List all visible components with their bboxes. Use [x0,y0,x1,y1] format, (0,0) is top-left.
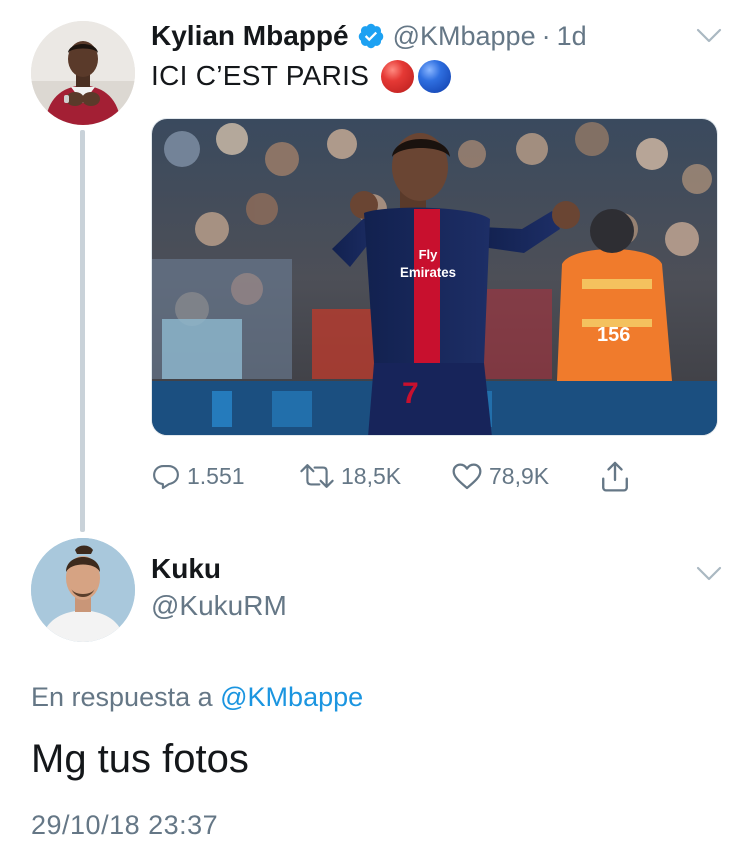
like-count: 78,9K [489,462,550,489]
avatar-mbappe-image [31,21,135,125]
steward-vest-number: 156 [597,324,630,346]
reply-tweet-text: Mg tus fotos [31,737,249,781]
blue-circle-emoji-icon [418,59,452,93]
avatar-kuku-image [31,538,135,642]
tweet-header: Kylian Mbappé @KMbappe · 1d [151,18,587,54]
red-circle-emoji-icon [381,59,415,93]
replying-to-prefix: En respuesta a [31,682,213,712]
tweet-photo[interactable]: 156 Fly Emirates 7 [151,118,718,436]
reply-author-display-name[interactable]: Kuku [151,553,221,585]
tweet-actions: 1.551 18,5K 78,9K [151,456,651,496]
shirt-sponsor-line1: Fly [419,247,439,262]
reply-icon [153,464,179,490]
share-icon [602,461,628,492]
share-action[interactable] [599,456,631,496]
retweet-icon [300,464,334,488]
like-action[interactable]: 78,9K [451,456,549,496]
tweet-relative-time[interactable]: 1d [557,21,587,52]
reply-count: 1.551 [187,462,245,489]
retweet-count: 18,5K [341,462,402,489]
thread-connector-line [80,130,85,532]
replying-to-mention[interactable]: @KMbappe [220,682,363,712]
avatar-mbappe[interactable] [31,21,135,125]
author-display-name[interactable]: Kylian Mbappé [151,20,349,52]
verified-badge-icon [358,23,383,49]
heart-icon [452,463,482,490]
replying-to-line: En respuesta a @KMbappe [31,682,363,713]
tweet-text: ICI C’EST PARIS [151,58,452,94]
avatar-kuku[interactable] [31,538,135,642]
chevron-down-icon[interactable] [696,566,722,582]
tweet-thread: Kylian Mbappé @KMbappe · 1d ICI C’EST PA… [0,0,749,863]
retweet-action[interactable]: 18,5K [299,456,401,496]
reply-timestamp[interactable]: 29/10/18 23:37 [31,810,218,841]
reply-author-handle[interactable]: @KukuRM [151,590,287,622]
shirt-sponsor-line2: Emirates [400,264,456,280]
tweet-photo-image: 156 Fly Emirates 7 [152,119,717,435]
header-separator: · [541,20,551,51]
chevron-down-icon[interactable] [696,28,722,44]
reply-action[interactable]: 1.551 [151,456,245,496]
shorts-number: 7 [402,377,419,410]
tweet-text-content: ICI C’EST PARIS [151,60,370,91]
author-handle[interactable]: @KMbappe [393,21,536,52]
